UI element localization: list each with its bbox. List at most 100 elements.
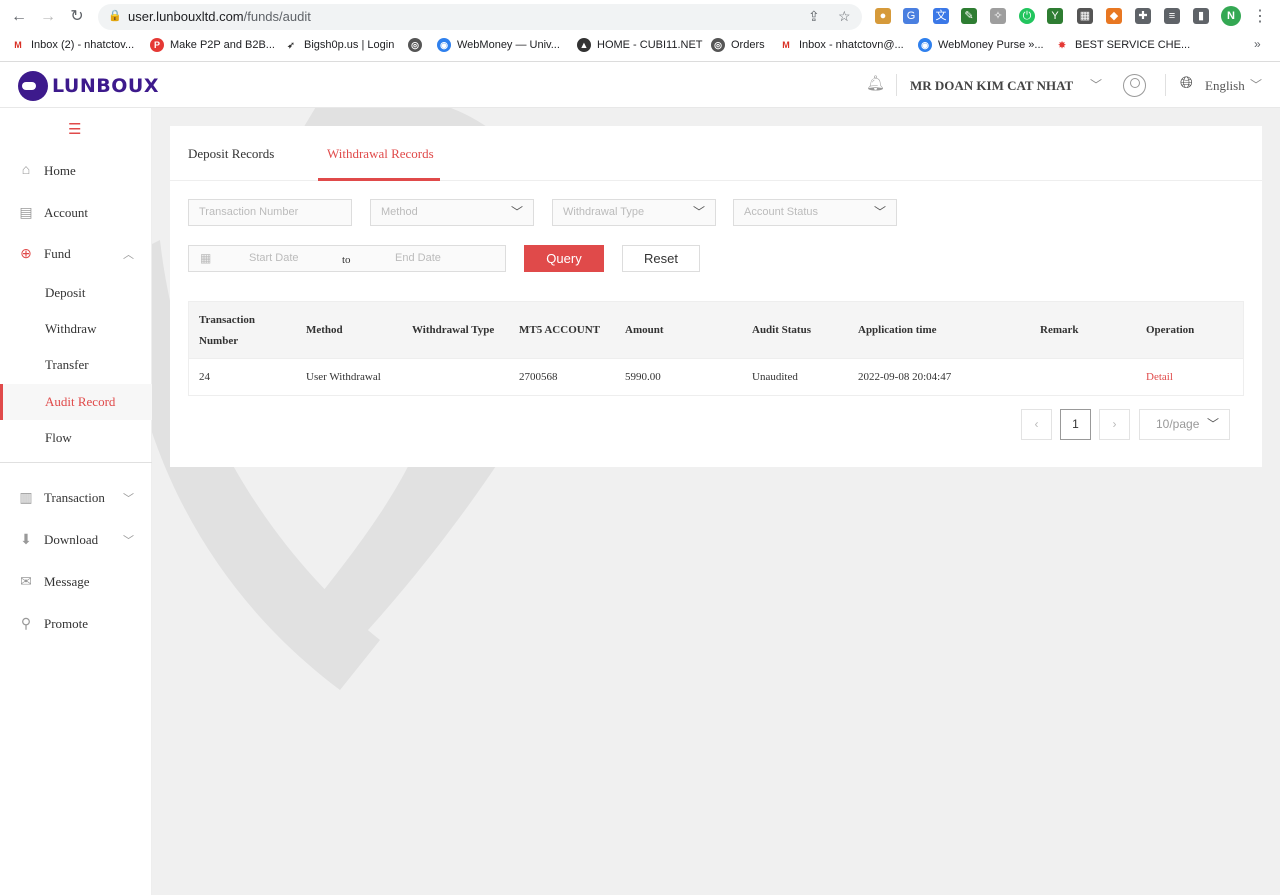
address-bar[interactable]: 🔒 user.lunbouxltd.com/funds/audit ⇪ ☆ <box>98 4 862 30</box>
bookmark-item[interactable]: ▲ HOME - CUBI11.NET <box>577 38 703 52</box>
chevron-down-icon: ﹀ <box>123 535 134 547</box>
sidebar-subitem-deposit[interactable]: Deposit <box>0 275 152 311</box>
paperclip-icon: ⚲ <box>20 616 32 632</box>
sparkle-extension-icon[interactable]: ✧ <box>990 8 1006 24</box>
sidebar-item-transaction[interactable]: ▥ Transaction ﹀ <box>0 480 152 516</box>
active-tab-indicator <box>318 178 440 181</box>
sidebar-subitem-audit-record[interactable]: Audit Record <box>0 384 152 420</box>
chevron-down-icon: ﹀ <box>123 493 134 505</box>
method-select[interactable]: Method ﹀ <box>370 199 534 226</box>
logo[interactable]: LUNBOUX <box>18 71 159 101</box>
bookmark-item[interactable]: M Inbox - nhatctovn@... <box>779 38 904 52</box>
bookmark-item[interactable]: ◎ Orders <box>711 38 765 52</box>
cookie-extension-icon[interactable]: ● <box>875 8 891 24</box>
chevron-down-icon: ﹀ <box>510 205 523 219</box>
reading-list-icon[interactable]: ≡ <box>1164 8 1180 24</box>
webmoney-icon: ◉ <box>918 38 932 52</box>
page-1-button[interactable]: 1 <box>1060 409 1091 440</box>
cell-mt5-account: 2700568 <box>519 371 558 383</box>
detail-link[interactable]: Detail <box>1146 371 1173 383</box>
bookmark-star-icon[interactable]: ☆ <box>838 8 851 25</box>
user-name[interactable]: MR DOAN KIM CAT NHAT <box>910 78 1073 94</box>
prev-page-button[interactable]: ‹ <box>1021 409 1052 440</box>
extensions-puzzle-icon[interactable]: ✚ <box>1135 8 1151 24</box>
page-size-select[interactable]: 10/page ﹀ <box>1139 409 1230 440</box>
back-icon[interactable]: ← <box>8 6 30 28</box>
column-header: Application time <box>858 324 937 336</box>
logo-text: LUNBOUX <box>52 75 159 97</box>
translate-extension-icon[interactable]: G <box>903 8 919 24</box>
qr-extension-icon[interactable]: ▦ <box>1077 8 1093 24</box>
sidebar-item-fund[interactable]: ⊕ Fund ︿ <box>0 236 152 272</box>
sidebar-item-message[interactable]: ✉ Message <box>0 564 152 600</box>
chevron-up-icon: ︿ <box>123 249 134 261</box>
sidebar: ☰ ⌂ Home ▤ Account ⊕ Fund ︿ Deposit Withdraw… <box>0 108 152 895</box>
chevron-down-icon: ﹀ <box>692 205 705 219</box>
bookmarks-overflow-button[interactable]: » <box>1254 37 1261 51</box>
bookmark-item[interactable]: ✸ BEST SERVICE CHE... <box>1055 38 1190 52</box>
rocket-icon: ➶ <box>284 38 298 52</box>
calendar-icon: ▦ <box>200 251 212 265</box>
sidebar-subitem-transfer[interactable]: Transfer <box>0 347 152 383</box>
sidebar-subitem-withdraw[interactable]: Withdraw <box>0 311 152 347</box>
withdrawal-type-select[interactable]: Withdrawal Type ﹀ <box>552 199 716 226</box>
side-panel-icon[interactable]: ▮ <box>1193 8 1209 24</box>
chevron-down-icon[interactable]: ﹀ <box>1090 76 1102 93</box>
picker-extension-icon[interactable]: ✎ <box>961 8 977 24</box>
chevron-down-icon[interactable]: ﹀ <box>1250 76 1262 93</box>
transaction-number-input[interactable]: Transaction Number <box>188 199 352 226</box>
bell-icon[interactable]: 🔔︎ <box>866 74 885 92</box>
profile-avatar[interactable]: N <box>1221 6 1241 26</box>
gmail-icon: M <box>11 38 25 52</box>
reload-icon[interactable]: ↻ <box>66 6 88 28</box>
bookmark-item[interactable]: M Inbox (2) - nhatctov... <box>11 38 134 52</box>
globe-icon[interactable]: 🌐︎ <box>1180 75 1193 93</box>
browser-toolbar: ← → ↻ 🔒 user.lunbouxltd.com/funds/audit … <box>0 0 1280 33</box>
language-selector[interactable]: English <box>1205 78 1245 94</box>
query-button[interactable]: Query <box>524 245 604 272</box>
power-extension-icon[interactable]: ⏻ <box>1019 8 1035 24</box>
user-avatar-icon[interactable] <box>1123 74 1146 97</box>
translate2-extension-icon[interactable]: 文 <box>933 8 949 24</box>
cubi-icon: ▲ <box>577 38 591 52</box>
bookmark-item[interactable]: ◉ WebMoney Purse »... <box>918 38 1044 52</box>
barcode-icon: ▥ <box>19 490 33 506</box>
gmail-icon: M <box>779 38 793 52</box>
sidebar-subitem-flow[interactable]: Flow <box>0 420 152 456</box>
tab-deposit-records[interactable]: Deposit Records <box>188 146 274 162</box>
next-page-button[interactable]: › <box>1099 409 1130 440</box>
browser-menu-icon[interactable]: ⋮ <box>1252 6 1268 26</box>
logo-mark-icon <box>18 71 48 101</box>
date-range-picker[interactable]: ▦ Start Date to End Date <box>188 245 506 272</box>
withdrawal-records-table: Transaction Number Method Withdrawal Typ… <box>188 301 1244 396</box>
column-header: Method <box>306 324 343 336</box>
reset-button[interactable]: Reset <box>622 245 700 272</box>
home-icon: ⌂ <box>21 163 31 178</box>
sidebar-item-download[interactable]: ⬇ Download ﹀ <box>0 522 152 558</box>
fork-extension-icon[interactable]: Y <box>1047 8 1063 24</box>
share-icon[interactable]: ⇪ <box>808 8 820 25</box>
bookmarks-bar: M Inbox (2) - nhatctov... P Make P2P and B… <box>0 34 1280 58</box>
globe-icon: ◎ <box>408 38 422 52</box>
sidebar-divider <box>0 462 152 463</box>
bookmark-item[interactable]: P Make P2P and B2B... <box>150 38 275 52</box>
bookmark-item[interactable]: ➶ Bigsh0p.us | Login <box>284 38 394 52</box>
bookmark-item[interactable]: ◉ WebMoney — Univ... <box>437 38 560 52</box>
cell-audit-status: Unaudited <box>752 371 798 383</box>
end-date-input[interactable]: End Date <box>395 252 441 264</box>
start-date-input[interactable]: Start Date <box>249 252 299 264</box>
records-card: Deposit Records Withdrawal Records Trans… <box>170 126 1262 467</box>
account-status-select[interactable]: Account Status ﹀ <box>733 199 897 226</box>
column-header: MT5 ACCOUNT <box>519 324 600 336</box>
globe-icon: ◎ <box>711 38 725 52</box>
sidebar-item-home[interactable]: ⌂ Home <box>0 153 152 189</box>
metamask-extension-icon[interactable]: ◆ <box>1106 8 1122 24</box>
tab-withdrawal-records[interactable]: Withdrawal Records <box>327 146 434 162</box>
chevron-down-icon: ﹀ <box>1206 417 1219 431</box>
sidebar-item-promote[interactable]: ⚲ Promote <box>0 606 152 642</box>
cell-transaction-number: 24 <box>199 371 210 383</box>
sidebar-item-account[interactable]: ▤ Account <box>0 195 152 231</box>
forward-icon[interactable]: → <box>37 6 59 28</box>
bookmark-item[interactable]: ◎ <box>408 38 428 52</box>
menu-toggle-icon[interactable]: ☰ <box>68 122 81 137</box>
